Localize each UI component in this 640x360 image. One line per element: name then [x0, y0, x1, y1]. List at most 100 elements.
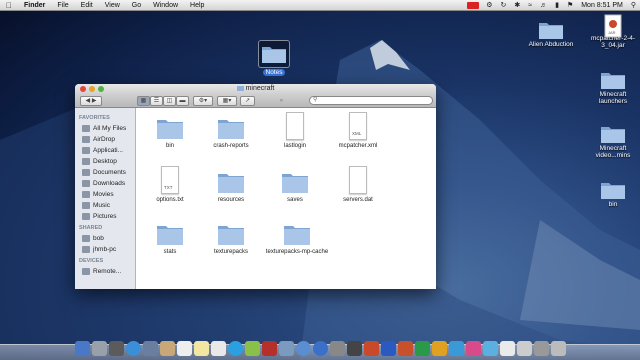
menu-app-finder[interactable]: Finder: [18, 0, 51, 11]
finder-icon[interactable]: [74, 341, 90, 356]
photo-booth-icon[interactable]: [261, 341, 277, 356]
mail-icon[interactable]: [142, 341, 158, 356]
desktop-item-bin[interactable]: bin: [587, 180, 639, 208]
gear-icon[interactable]: ⚙: [486, 0, 492, 11]
sidebar-item-all-my-files[interactable]: All My Files: [75, 123, 135, 134]
powerpoint-icon[interactable]: [397, 341, 413, 356]
iphoto-icon[interactable]: [278, 341, 294, 356]
documents-stack-icon[interactable]: [533, 341, 549, 356]
search-input[interactable]: ⚲: [309, 96, 433, 105]
close-button[interactable]: [80, 86, 86, 92]
xml-file-icon: XML: [349, 112, 367, 140]
sidebar-item-movies[interactable]: Movies: [75, 189, 135, 200]
file-item-lastlogin[interactable]: lastlogin: [265, 112, 325, 150]
contacts-icon[interactable]: [159, 341, 175, 356]
file-item-texturepacks[interactable]: texturepacks: [201, 222, 261, 256]
desktop-item-alien-abduction[interactable]: Alien Abduction: [525, 20, 577, 48]
launchpad-icon[interactable]: [91, 341, 107, 356]
menu-go[interactable]: Go: [126, 0, 147, 11]
menu-clock[interactable]: Mon 8:51 PM: [581, 2, 623, 9]
sidebar-header-devices: DEVICES: [79, 258, 104, 264]
media-icon[interactable]: [465, 341, 481, 356]
itunes-icon[interactable]: [295, 341, 311, 356]
app-store-icon[interactable]: [312, 341, 328, 356]
notes-label: Notes: [262, 69, 286, 76]
file-item-saves[interactable]: saves: [265, 170, 325, 204]
safari-icon[interactable]: [125, 341, 141, 356]
reminders-icon[interactable]: [210, 341, 226, 356]
wifi-icon[interactable]: ≈: [528, 0, 532, 11]
airdrop-icon: [82, 136, 90, 143]
desktop-notes-folder[interactable]: Notes: [257, 40, 291, 76]
zoom-button[interactable]: [98, 86, 104, 92]
recording-icon[interactable]: [467, 2, 480, 9]
column-view-button[interactable]: ◫: [163, 96, 176, 106]
document-icon: [349, 166, 367, 194]
volume-icon[interactable]: ♬: [540, 0, 547, 11]
flag-icon[interactable]: ⚑: [567, 0, 573, 11]
sidebar-item-jhmb-pc[interactable]: jhmb-pc: [75, 244, 135, 255]
document-icon: [286, 112, 304, 140]
sidebar-item-downloads[interactable]: Downloads: [75, 178, 135, 189]
file-item-stats[interactable]: stats: [140, 222, 200, 256]
disc-icon: [82, 268, 90, 275]
time-machine-icon[interactable]: ↻: [500, 0, 506, 11]
sidebar-item-music[interactable]: Music: [75, 200, 135, 211]
sidebar-item-applications[interactable]: Applicati...: [75, 145, 135, 156]
sidebar-item-pictures[interactable]: Pictures: [75, 211, 135, 222]
menu-help[interactable]: Help: [184, 0, 210, 11]
sidebar-item-remote-disc[interactable]: Remote...: [75, 266, 135, 277]
messages-icon[interactable]: [227, 341, 243, 356]
desktop-item-mcpatcher-jar[interactable]: JAR mcpatcher-2-4-3_04.jar: [587, 14, 639, 49]
file-item-resources[interactable]: resources: [201, 170, 261, 204]
menu-file[interactable]: File: [51, 0, 74, 11]
desktop-item-minecraft-launchers[interactable]: Minecraft launchers: [587, 70, 639, 105]
sidebar-header-favorites: FAVORITES: [79, 115, 110, 121]
computer-icon: [82, 235, 90, 242]
sidebar-item-desktop[interactable]: Desktop: [75, 156, 135, 167]
mission-control-icon[interactable]: [108, 341, 124, 356]
file-item-texturepacks-mp-cache[interactable]: texturepacks-mp-cache: [265, 222, 329, 256]
apple-icon[interactable]: : [6, 1, 18, 10]
outlook-icon[interactable]: [431, 341, 447, 356]
back-forward-buttons[interactable]: ◀ ▶: [80, 96, 102, 106]
word-icon[interactable]: [380, 341, 396, 356]
file-item-bin[interactable]: bin: [140, 116, 200, 150]
file-item-options-txt[interactable]: TXT options.txt: [140, 166, 200, 204]
menu-view[interactable]: View: [99, 0, 126, 11]
menu-edit[interactable]: Edit: [75, 0, 99, 11]
spotlight-search-icon[interactable]: ⚲: [631, 0, 636, 11]
minimize-button[interactable]: [89, 86, 95, 92]
action-gear-button[interactable]: ⚙▾: [193, 96, 213, 106]
coverflow-view-button[interactable]: ▬: [176, 96, 189, 106]
battery-icon[interactable]: ▮: [555, 0, 559, 11]
twitter-icon[interactable]: [482, 341, 498, 356]
notes-app-icon[interactable]: [193, 341, 209, 356]
file-item-mcpatcher-xml[interactable]: XML mcpatcher.xml: [328, 112, 388, 150]
downloads-stack-icon[interactable]: [516, 341, 532, 356]
share-button[interactable]: ↗: [240, 96, 255, 106]
skype-icon[interactable]: [448, 341, 464, 356]
window-title: minecraft: [245, 85, 275, 92]
trash-icon[interactable]: [550, 341, 566, 356]
file-item-crash-reports[interactable]: crash-reports: [201, 116, 261, 150]
bluetooth-icon[interactable]: ✱: [514, 0, 520, 11]
window-titlebar[interactable]: minecraft: [75, 84, 436, 94]
calendar-icon[interactable]: [176, 341, 192, 356]
file-item-servers-dat[interactable]: servers.dat: [328, 166, 388, 204]
folder-icon: [218, 120, 244, 139]
desktop-item-minecraft-video[interactable]: Minecraft video...mins: [587, 124, 639, 159]
preview-icon[interactable]: [499, 341, 515, 356]
terminal-icon[interactable]: [346, 341, 362, 356]
icon-view-button[interactable]: ▦: [137, 96, 150, 106]
list-view-button[interactable]: ☰: [150, 96, 163, 106]
system-preferences-icon[interactable]: [329, 341, 345, 356]
excel-icon[interactable]: [414, 341, 430, 356]
sidebar-item-documents[interactable]: Documents: [75, 167, 135, 178]
sidebar-item-airdrop[interactable]: AirDrop: [75, 134, 135, 145]
sidebar-item-bob[interactable]: bob: [75, 233, 135, 244]
menu-window[interactable]: Window: [147, 0, 184, 11]
arrange-button[interactable]: ▦▾: [217, 96, 237, 106]
facetime-icon[interactable]: [244, 341, 260, 356]
minecraft-icon[interactable]: [363, 341, 379, 356]
